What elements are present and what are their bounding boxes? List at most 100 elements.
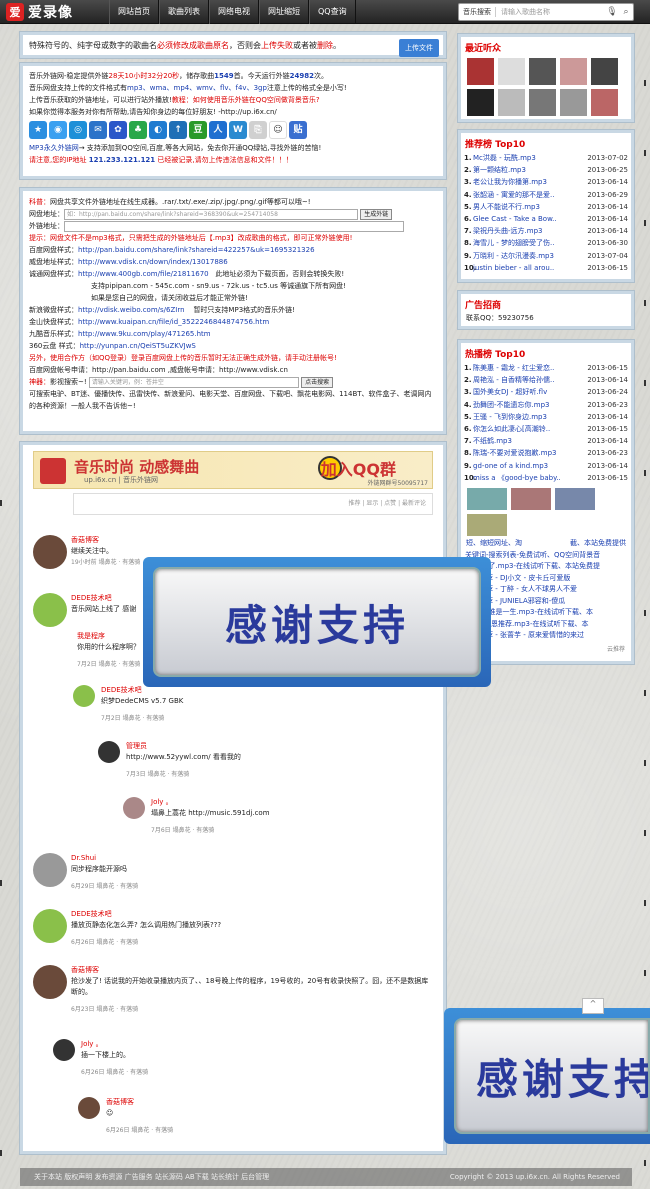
movie-search-button[interactable]: 点击搜索 — [301, 376, 334, 388]
microphone-icon[interactable]: 🎙 — [605, 7, 619, 17]
qq-group-banner[interactable]: 音乐时尚 动感舞曲 up.i6x.cn | 音乐外链网 加入QQ群 外链网群号5… — [33, 451, 433, 489]
recommend-item[interactable]: 4. 张韶涵 - 寓爱的那不是爱.. 2013-06-29 — [464, 189, 628, 201]
song-title[interactable]: 第一颗结粒.mp3 — [473, 164, 582, 176]
comment-author[interactable]: DEDE技术吧 — [71, 909, 433, 920]
song-title[interactable]: 陈瑞-不要对爱说抱歉.mp3 — [473, 447, 582, 459]
comment-actions[interactable]: 塌鼻花 · 有落骑 — [96, 883, 138, 890]
vdisk-sample-link[interactable]: http://www.vdisk.cn/down/index/13017886 — [78, 258, 228, 266]
upload-file-button[interactable]: 上传文件 — [399, 39, 439, 57]
avatar[interactable] — [78, 1097, 100, 1119]
recommend-item[interactable]: 8. 海雪儿 - 梦的翅膀受了伤.. 2013-06-30 — [464, 237, 628, 249]
hot-item[interactable]: 3. 国外美女DJ - 超好听.flv 2013-06-24 — [464, 386, 628, 398]
avatar[interactable] — [467, 58, 494, 85]
disk-url-input[interactable]: 如：http://pan.baidu.com/share/link?sharei… — [64, 208, 358, 220]
movie-search-input[interactable]: 请输入关键词，例：苍井空 — [88, 376, 299, 388]
recommend-item[interactable]: 7. 梁祝丹头曲-远方.mp3 2013-06-14 — [464, 225, 628, 237]
avatar[interactable] — [529, 89, 556, 116]
hot-item[interactable]: 4. 劲舞团-不能遗忘你.mp3 2013-06-23 — [464, 399, 628, 411]
avatar[interactable] — [498, 89, 525, 116]
thanks-popup-secondary[interactable]: 感谢支持 — [444, 1008, 650, 1144]
comment-author[interactable]: 香菇博客 — [71, 535, 433, 546]
clover-share-icon[interactable]: ♣ — [129, 121, 147, 139]
comment-input-bar[interactable]: 推荐 | 显示 | 点赞 | 最新评论 — [73, 493, 433, 515]
song-title[interactable]: 陈美惠 - 霜龙 - 红尘爱恋.. — [473, 362, 582, 374]
kaixin-share-icon[interactable]: ↑ — [169, 121, 187, 139]
recommend-item[interactable]: 1. Mc洪磊 - 玩酰.mp3 2013-07-02 — [464, 152, 628, 164]
search-icon[interactable]: ⌕ — [619, 7, 633, 17]
song-title[interactable]: Mc洪磊 - 玩酰.mp3 — [473, 152, 582, 164]
song-title[interactable]: Glee Cast - Take a Bow.. — [473, 213, 582, 225]
nav-home[interactable]: 网站首页 — [109, 0, 159, 24]
comment-actions[interactable]: 塌鼻花 · 有落骑 — [131, 1127, 173, 1134]
renren-share-icon[interactable]: ◐ — [149, 121, 167, 139]
back-to-top-icon[interactable]: ^ — [582, 998, 604, 1014]
song-title[interactable]: 你怎么如此凄心[高潮铃.. — [473, 423, 582, 435]
avatar[interactable] — [123, 797, 145, 819]
email-share-icon[interactable]: ✉ — [89, 121, 107, 139]
song-title[interactable]: 老公让我为你播第.mp3 — [473, 176, 582, 188]
site-logo[interactable]: 爱 爱录像 — [6, 2, 73, 22]
avatar[interactable] — [33, 909, 67, 943]
thumbnail[interactable] — [511, 487, 551, 510]
avatar[interactable] — [33, 593, 67, 627]
footer-links[interactable]: 关于本站 版权声明 发布资源 广告服务 站长源码 AB下载 站长统计 后台管理 — [34, 1173, 269, 1181]
400gb-sample-link[interactable]: http://www.400gb.com/file/21811670 — [78, 270, 209, 278]
baidu-share-icon[interactable]: ✿ — [109, 121, 127, 139]
kuaipan-sample-link[interactable]: http://www.kuaipan.cn/file/id_3522246844… — [78, 318, 269, 326]
recommend-item[interactable]: 5. 男人不能说不行.mp3 2013-06-14 — [464, 201, 628, 213]
nav-web-tv[interactable]: 网络电视 — [209, 0, 259, 24]
search-input[interactable]: 请输入歌曲名称 — [496, 7, 605, 17]
comment-actions[interactable]: 塌鼻花 · 有落骑 — [96, 939, 138, 946]
comment-actions[interactable]: 塌鼻花 · 有落骑 — [99, 661, 141, 668]
nav-song-list[interactable]: 歌曲列表 — [159, 0, 209, 24]
song-title[interactable]: 梁祝丹头曲-远方.mp3 — [473, 225, 582, 237]
avatar[interactable] — [53, 1039, 75, 1061]
recommend-item[interactable]: 2. 第一颗结粒.mp3 2013-06-25 — [464, 164, 628, 176]
avatar[interactable] — [591, 89, 618, 116]
song-title[interactable]: 王骚 - 飞到你身边.mp3 — [473, 411, 582, 423]
link-output-input[interactable] — [64, 220, 404, 232]
nav-qq-query[interactable]: QQ查询 — [309, 0, 356, 24]
hot-item[interactable]: 5. 王骚 - 飞到你身边.mp3 2013-06-14 — [464, 411, 628, 423]
thanks-popup[interactable]: 感谢支持 — [143, 557, 491, 687]
avatar[interactable] — [33, 853, 67, 887]
hot-item[interactable]: 1. 陈美惠 - 霜龙 - 红尘爱恋.. 2013-06-15 — [464, 362, 628, 374]
avatar[interactable] — [467, 89, 494, 116]
song-title[interactable]: miss a 《good-bye baby.. — [473, 472, 582, 484]
song-title[interactable]: 劲舞团-不能遗忘你.mp3 — [473, 399, 582, 411]
9ku-sample-link[interactable]: http://www.9ku.com/play/471265.htm — [78, 330, 211, 338]
comment-author[interactable]: Joly 。 — [81, 1039, 433, 1050]
avatar[interactable] — [529, 58, 556, 85]
douban-share-icon[interactable]: 豆 — [189, 121, 207, 139]
hot-item[interactable]: 7. 不纸鹤.mp3 2013-06-14 — [464, 435, 628, 447]
song-title[interactable]: 万晓利 - 达尔汛漫奏.mp3 — [473, 250, 582, 262]
search-scope-select[interactable]: 音乐搜索 — [459, 7, 496, 17]
tutorial-link[interactable]: 教程：如何使用音乐外链在QQ空间做背景音乐? — [172, 96, 320, 104]
avatar[interactable] — [560, 89, 587, 116]
avatar[interactable] — [73, 685, 95, 707]
song-title[interactable]: 男人不能说不行.mp3 — [473, 201, 582, 213]
song-title[interactable]: 周艳泓 - 自香精等给孙儒.. — [473, 374, 582, 386]
comment-actions[interactable]: 塌鼻花 · 有落骑 — [106, 1069, 148, 1076]
comment-actions[interactable]: 塌鼻花 · 有落骑 — [96, 1006, 138, 1013]
song-title[interactable]: justin bieber - all arou.. — [473, 262, 582, 274]
qzone-share-icon[interactable]: ★ — [29, 121, 47, 139]
thumbnail[interactable] — [467, 487, 507, 510]
comment-actions[interactable]: 塌鼻花 · 有落骑 — [99, 559, 141, 566]
hot-item[interactable]: 10. miss a 《good-bye baby.. 2013-06-15 — [464, 472, 628, 484]
song-title[interactable]: 海雪儿 - 梦的翅膀受了伤.. — [473, 237, 582, 249]
weibo-sample-link[interactable]: http://vdisk.weibo.com/s/6ZIrn — [78, 306, 185, 314]
avatar[interactable] — [560, 58, 587, 85]
pengyou-share-icon[interactable]: ◎ — [69, 121, 87, 139]
comment-author[interactable]: 香菇博客 — [71, 965, 433, 976]
comment-author[interactable]: 香菇博客 — [106, 1097, 433, 1108]
avatar[interactable] — [498, 58, 525, 85]
avatar[interactable] — [33, 965, 67, 999]
generate-link-button[interactable]: 生成外链 — [360, 208, 393, 220]
comment-actions[interactable]: 塌鼻花 · 有落骑 — [148, 771, 190, 778]
recommend-item[interactable]: 9. 万晓利 - 达尔汛漫奏.mp3 2013-07-04 — [464, 250, 628, 262]
hot-item[interactable]: 2. 周艳泓 - 自香精等给孙儒.. 2013-06-14 — [464, 374, 628, 386]
baidu-sample-link[interactable]: http://pan.baidu.com/share/link?shareid=… — [78, 246, 315, 254]
song-title[interactable]: 张韶涵 - 寓爱的那不是爱.. — [473, 189, 582, 201]
nav-url-shortener[interactable]: 网址缩短 — [259, 0, 309, 24]
